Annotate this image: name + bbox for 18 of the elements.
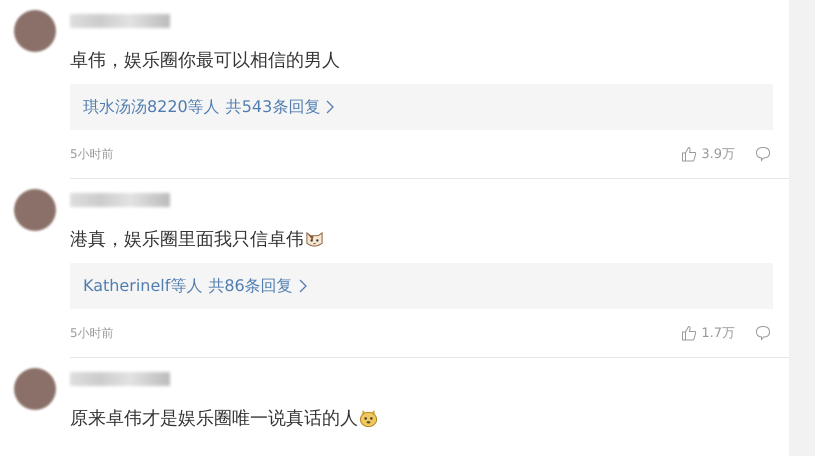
comment-text: 卓伟，娱乐圈你最可以相信的男人 <box>70 49 340 72</box>
avatar[interactable] <box>14 189 56 231</box>
post-time: 5小时前 <box>70 324 114 342</box>
chevron-right-icon <box>298 279 307 293</box>
like-button[interactable]: 1.7万 <box>681 324 735 342</box>
comment-text: 港真，娱乐圈里面我只信卓伟 <box>70 228 304 251</box>
comment-icon[interactable] <box>755 146 771 162</box>
comment-icon[interactable] <box>755 325 771 341</box>
comment-text: 原来卓伟才是娱乐圈唯一说真话的人 <box>70 407 358 430</box>
post-time: 5小时前 <box>70 146 114 162</box>
chevron-right-icon <box>326 100 334 114</box>
like-button[interactable]: 3.9万 <box>681 145 735 163</box>
thumbs-up-icon <box>681 146 698 162</box>
replies-link[interactable]: 琪水汤汤8220等人 共543条回复 <box>70 84 773 130</box>
replies-link[interactable]: Katherinelf等人 共86条回复 <box>70 263 773 309</box>
thumbs-up-icon <box>681 325 698 341</box>
avatar[interactable] <box>14 368 56 410</box>
avatar[interactable] <box>14 10 56 52</box>
